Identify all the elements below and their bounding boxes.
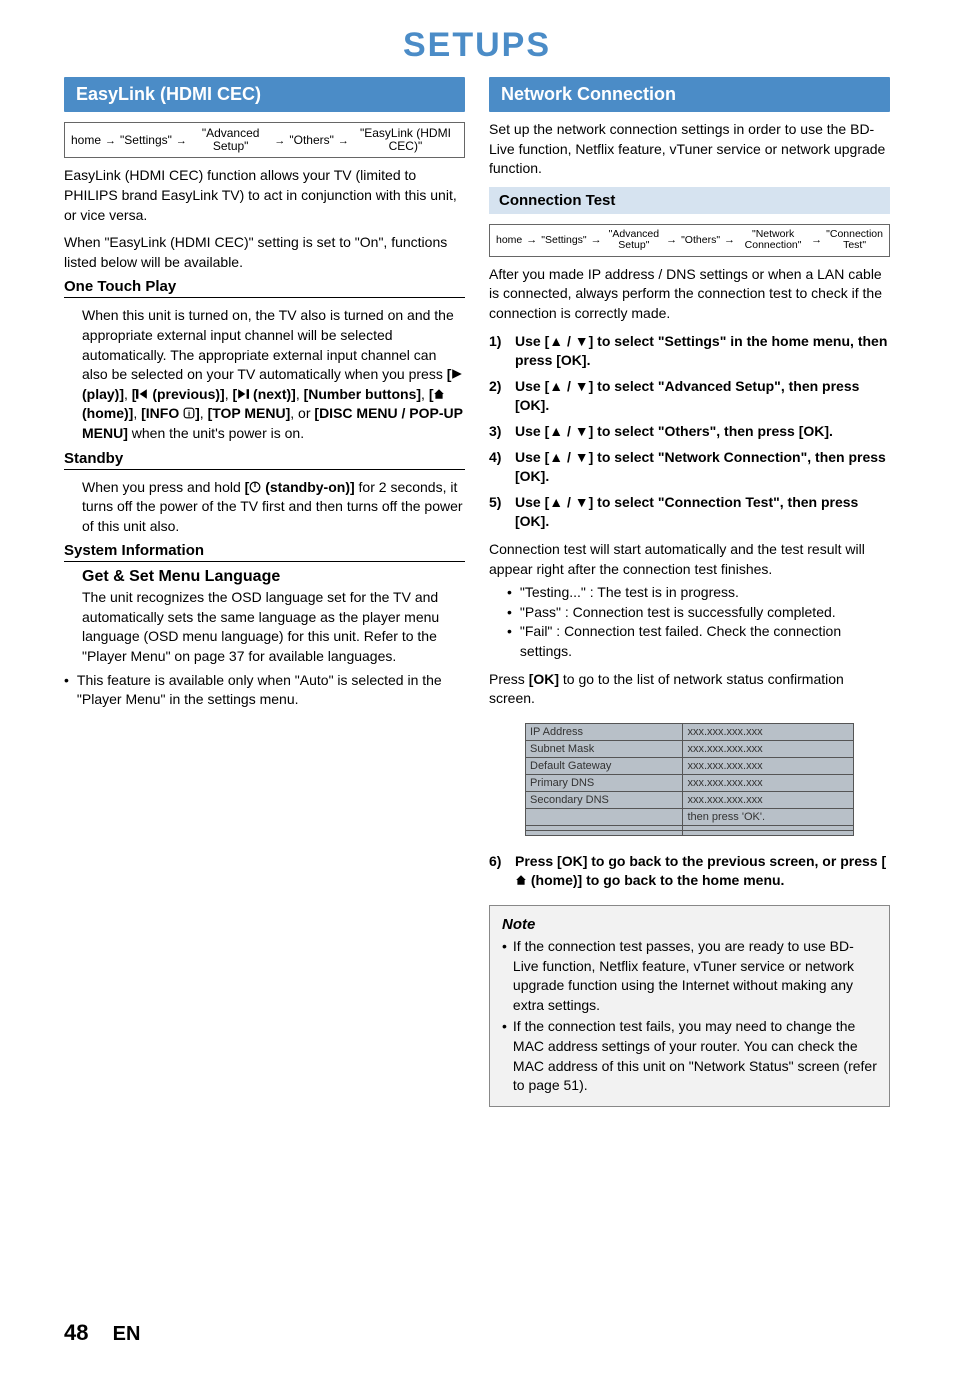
system-info-bullet-text: This feature is available only when "Aut… [77, 671, 465, 710]
step6-text-a: Press [OK] to go back to the previous sc… [515, 853, 886, 869]
page-number: 48 [64, 1320, 88, 1345]
page-footer: 48 EN [64, 1320, 140, 1346]
after-settings-text: After you made IP address / DNS settings… [489, 265, 890, 324]
bullet-testing: "Testing..." : The test is in progress. [507, 583, 890, 603]
one-touch-play-heading: One Touch Play [64, 278, 465, 298]
right-column: Network Connection Set up the network co… [489, 77, 890, 1107]
bc-home: home [71, 134, 101, 147]
bc-advanced: "Advanced Setup" [191, 127, 270, 153]
bullet-pass: "Pass" : Connection test is successfully… [507, 603, 890, 623]
table-row: Default Gatewayxxx.xxx.xxx.xxx [526, 757, 854, 774]
table-row: Secondary DNSxxx.xxx.xxx.xxx [526, 791, 854, 808]
info-button-ref: [INFO i] [141, 405, 200, 421]
step-6: 6) Press [OK] to go back to the previous… [489, 852, 890, 891]
bc-settings: "Settings" [120, 134, 172, 147]
system-info-body: The unit recognizes the OSD language set… [82, 588, 465, 666]
step-4: 4)Use [▲ / ▼] to select "Network Connect… [489, 448, 890, 487]
page-lang: EN [113, 1323, 141, 1345]
step6-text-b: (home)] to go back to the home menu. [527, 872, 784, 888]
standby-text1: When you press and hold [82, 479, 245, 495]
left-column: EasyLink (HDMI CEC) home "Settings" "Adv… [64, 77, 465, 1107]
easylink-breadcrumb: home "Settings" "Advanced Setup" "Others… [64, 122, 465, 158]
arrow-icon [274, 133, 285, 147]
power-icon [249, 481, 261, 493]
step-3: 3)Use [▲ / ▼] to select "Others", then p… [489, 422, 890, 442]
standby-button-ref: [ (standby-on)] [245, 479, 355, 495]
bc-settings: "Settings" [541, 235, 586, 247]
bc-advanced: "Advanced Setup" [606, 229, 662, 252]
steps-list: 1)Use [▲ / ▼] to select "Settings" in th… [489, 332, 890, 532]
easylink-when: When "EasyLink (HDMI CEC)" setting is se… [64, 233, 465, 272]
arrow-icon [338, 133, 349, 147]
step-5: 5)Use [▲ / ▼] to select "Connection Test… [489, 493, 890, 532]
note-bullet-2: If the connection test fails, you may ne… [502, 1017, 877, 1095]
arrow-icon [811, 234, 822, 246]
table-row: then press 'OK'. [526, 808, 854, 825]
bc-network: "Network Connection" [739, 229, 807, 252]
one-touch-play-body: When this unit is turned on, the TV also… [82, 306, 465, 443]
svg-text:i: i [188, 409, 190, 419]
result-bullets: "Testing..." : The test is in progress. … [489, 583, 890, 661]
press-ok-text: Press [OK] to go to the list of network … [489, 670, 890, 709]
otp-text1: When this unit is turned on, the TV also… [82, 307, 454, 382]
next-button-ref: [ (next)] [232, 386, 295, 402]
table-row: IP Addressxxx.xxx.xxx.xxx [526, 723, 854, 740]
note-box: Note If the connection test passes, you … [489, 905, 890, 1107]
bc-easylink: "EasyLink (HDMI CEC)" [353, 127, 458, 153]
arrow-icon [724, 234, 735, 246]
network-breadcrumb: home "Settings" "Advanced Setup" "Others… [489, 224, 890, 257]
table-row: Subnet Maskxxx.xxx.xxx.xxx [526, 740, 854, 757]
table-row: Primary DNSxxx.xxx.xxx.xxx [526, 774, 854, 791]
note-bullet-1: If the connection test passes, you are r… [502, 937, 877, 1015]
arrow-icon [591, 234, 602, 246]
connection-test-header: Connection Test [489, 187, 890, 214]
network-header: Network Connection [489, 77, 890, 112]
home-icon [515, 874, 527, 886]
home-icon [433, 388, 445, 400]
bc-home: home [496, 235, 522, 247]
page-title: SETUPS [0, 26, 954, 65]
network-intro: Set up the network connection settings i… [489, 120, 890, 179]
arrow-icon [666, 234, 677, 246]
previous-icon [136, 388, 148, 400]
next-icon [237, 388, 249, 400]
standby-body: When you press and hold [ (standby-on)] … [82, 478, 465, 537]
top-menu-ref: [TOP MENU] [208, 405, 291, 421]
standby-heading: Standby [64, 450, 465, 470]
bc-others: "Others" [681, 235, 720, 247]
number-buttons-ref: [Number buttons] [304, 386, 421, 402]
play-icon [451, 368, 463, 380]
step-1: 1)Use [▲ / ▼] to select "Settings" in th… [489, 332, 890, 371]
test-body: Connection test will start automatically… [489, 540, 890, 579]
note-title: Note [502, 916, 877, 933]
network-status-table: IP Addressxxx.xxx.xxx.xxx Subnet Maskxxx… [525, 723, 854, 836]
otp-or: , or [290, 405, 314, 421]
system-info-bullet: This feature is available only when "Aut… [64, 671, 465, 710]
system-info-heading: System Information [64, 542, 465, 562]
info-icon: i [183, 407, 195, 419]
bc-others: "Others" [289, 134, 334, 147]
previous-button-ref: [ (previous)] [132, 386, 225, 402]
table-row [526, 830, 854, 835]
bullet-fail: "Fail" : Connection test failed. Check t… [507, 622, 890, 661]
arrow-icon [105, 133, 116, 147]
arrow-icon [176, 133, 187, 147]
get-set-menu-heading: Get & Set Menu Language [82, 568, 465, 586]
arrow-icon [526, 234, 537, 246]
easylink-header: EasyLink (HDMI CEC) [64, 77, 465, 112]
step-2: 2)Use [▲ / ▼] to select "Advanced Setup"… [489, 377, 890, 416]
easylink-intro: EasyLink (HDMI CEC) function allows your… [64, 166, 465, 225]
otp-tail: when the unit's power is on. [128, 425, 304, 441]
bc-conn-test: "Connection Test" [826, 229, 883, 252]
